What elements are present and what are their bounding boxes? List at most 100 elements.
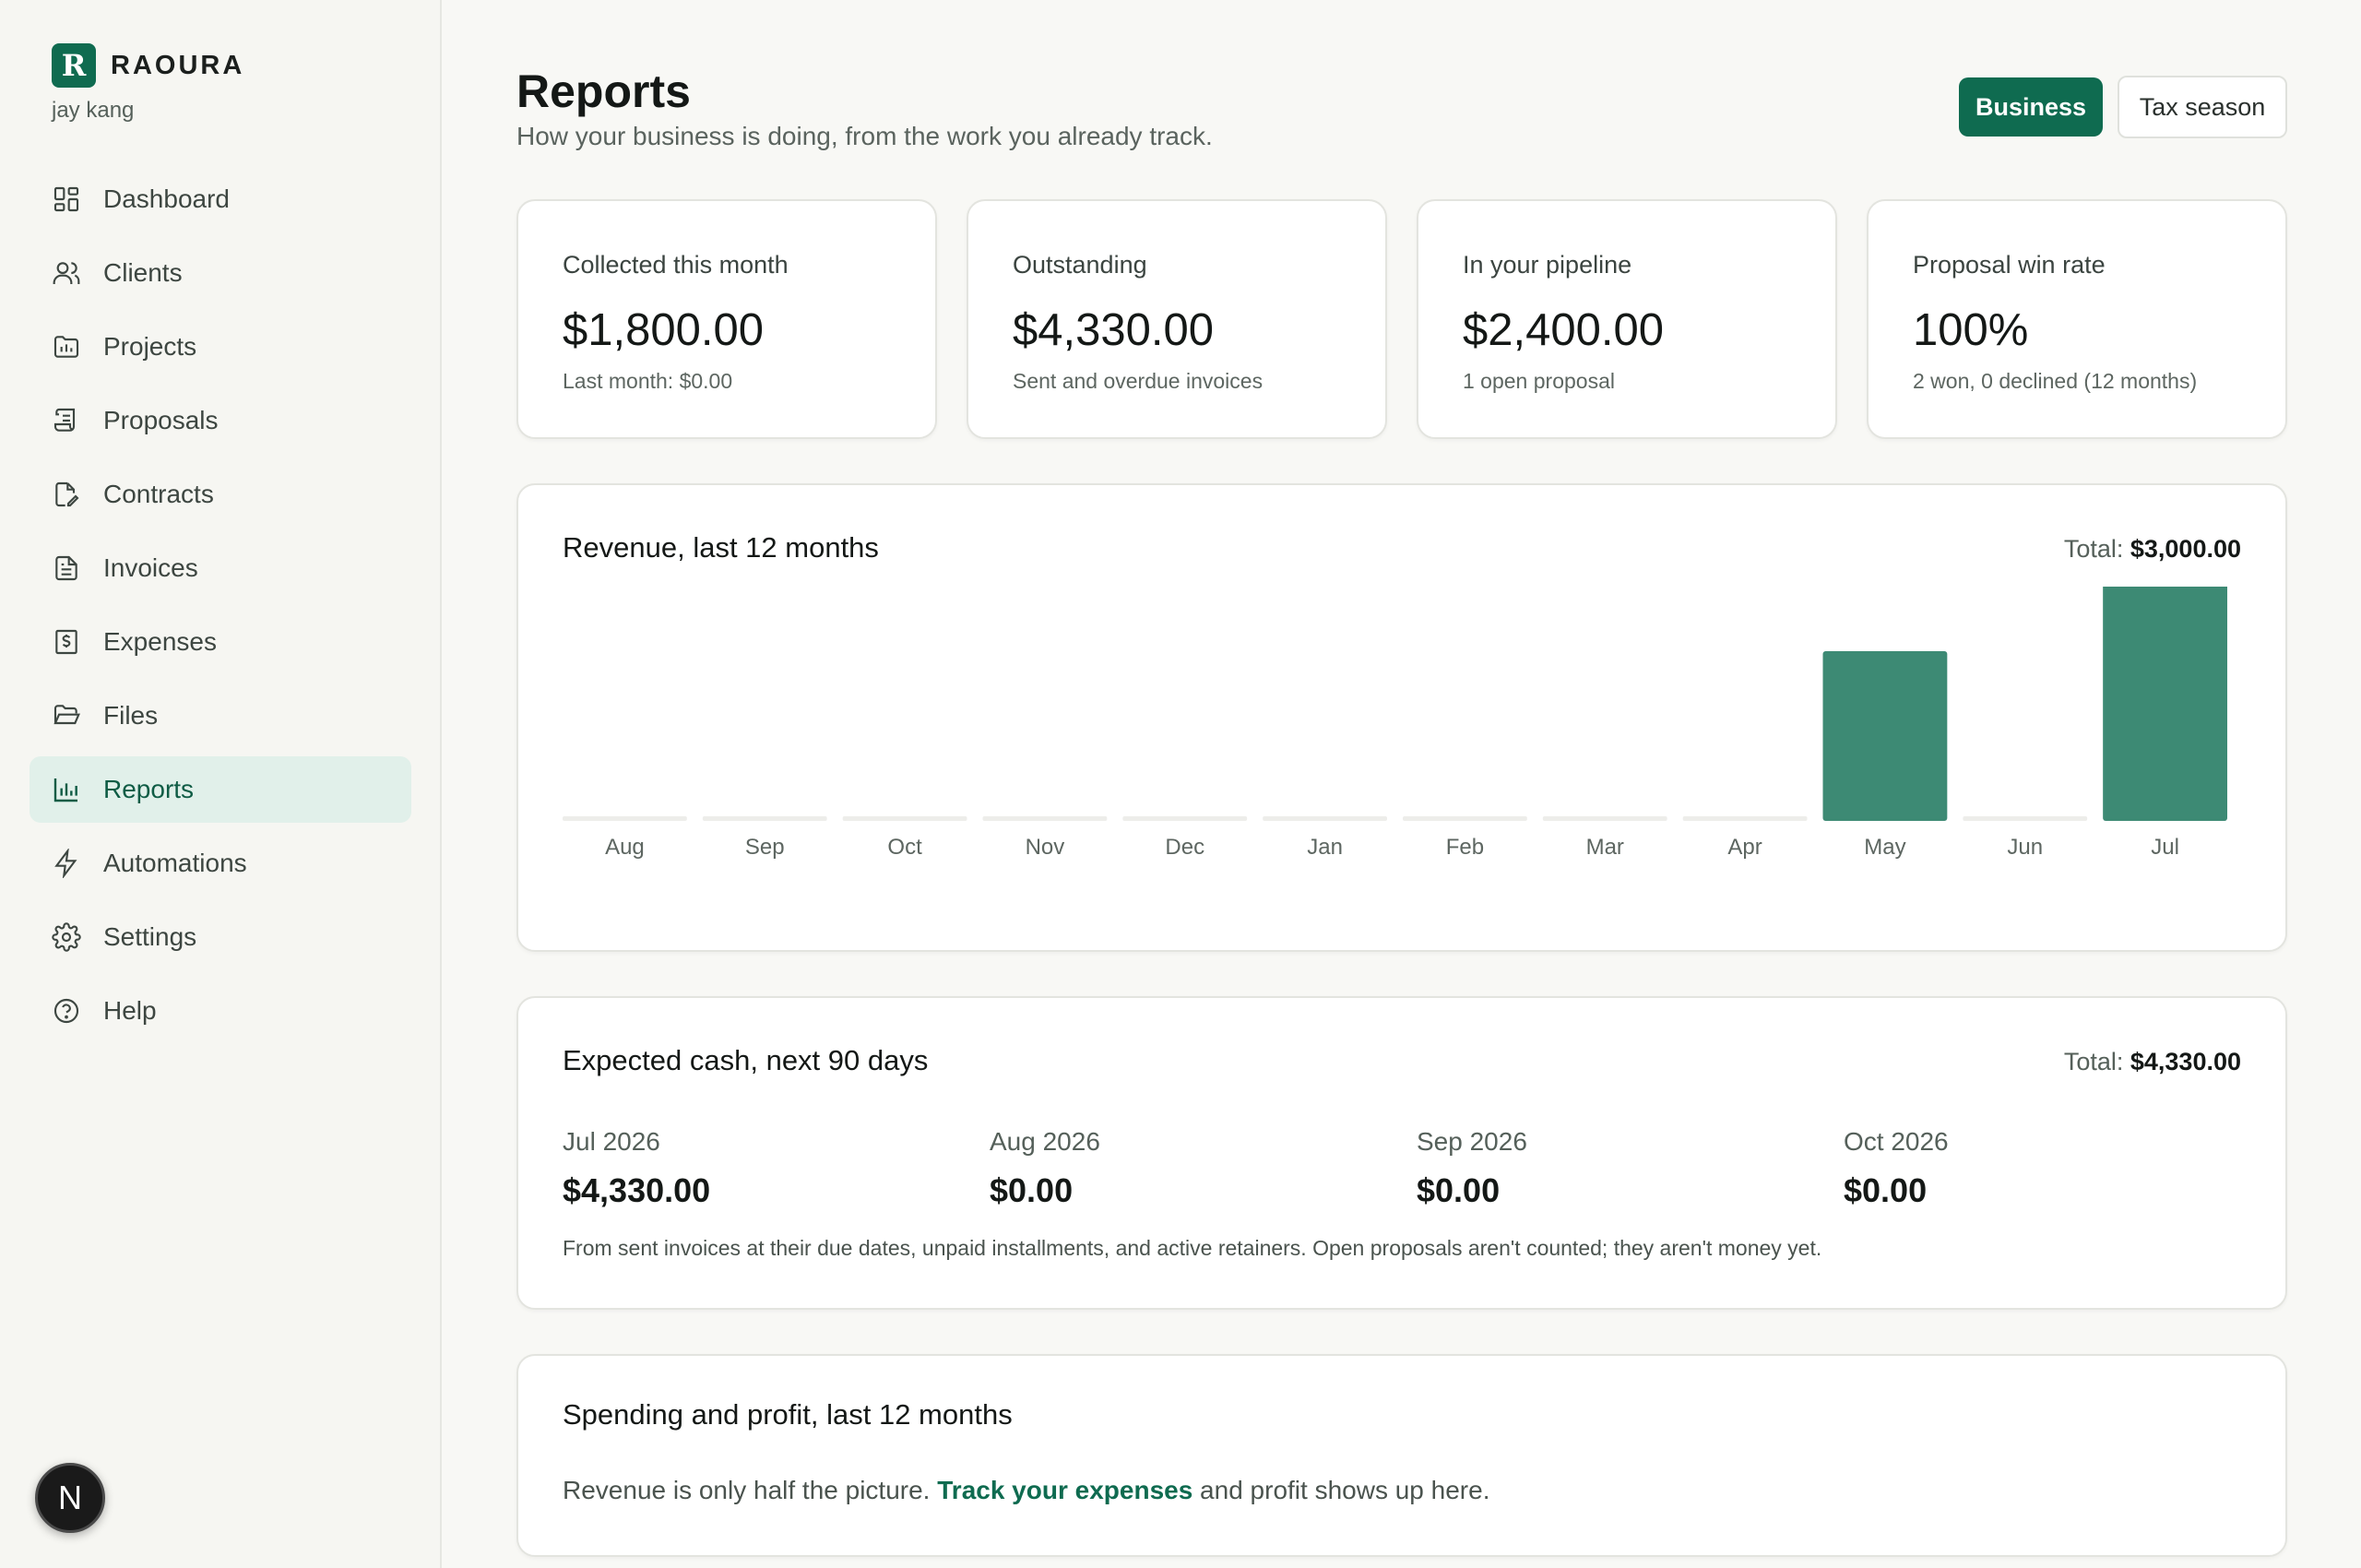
revenue-bar-apr [1682, 816, 1808, 821]
revenue-bar-aug [563, 816, 687, 821]
cash-total: Total: $4,330.00 [2064, 1048, 2241, 1076]
sidebar-item-dashboard[interactable]: Dashboard [30, 166, 411, 232]
sidebar-item-files[interactable]: Files [30, 683, 411, 749]
x-tick-label-sep: Sep [745, 835, 785, 860]
revenue-bar-feb [1403, 816, 1527, 821]
cash-title: Expected cash, next 90 days [563, 1044, 929, 1076]
user-name: jay kang [52, 98, 135, 123]
page-title: Reports [516, 65, 691, 117]
brand[interactable]: R RAOURA [52, 43, 244, 88]
revenue-bar-mar [1542, 816, 1667, 821]
stat-value: 100% [1913, 305, 2029, 355]
spending-title: Spending and profit, last 12 months [563, 1398, 1013, 1431]
sidebar-item-label: Proposals [103, 406, 219, 434]
stat-card-outstanding: Outstanding $4,330.00 Sent and overdue i… [967, 199, 1387, 439]
spending-text-after: and profit shows up here. [1192, 1476, 1490, 1504]
x-tick-label-may: May [1864, 835, 1905, 860]
stat-label: In your pipeline [1463, 251, 1632, 279]
sidebar-item-label: Automations [103, 849, 247, 877]
stat-label: Outstanding [1013, 251, 1147, 279]
sidebar-item-proposals[interactable]: Proposals [30, 387, 411, 454]
bolt-icon [52, 849, 81, 878]
sidebar-item-automations[interactable]: Automations [30, 830, 411, 897]
cash-month-label: Sep 2026 [1417, 1127, 1527, 1156]
sidebar-item-label: Reports [103, 775, 195, 803]
stat-value: $2,400.00 [1463, 305, 1664, 355]
cash-footnote: From sent invoices at their due dates, u… [563, 1236, 1822, 1260]
sidebar-item-invoices[interactable]: Invoices [30, 535, 411, 601]
cash-month-amount: $0.00 [1417, 1171, 1501, 1209]
cash-month-label: Aug 2026 [990, 1127, 1100, 1156]
stat-note: 1 open proposal [1463, 369, 1615, 393]
cash-month-sep: Sep 2026 $0.00 [1417, 1127, 1527, 1210]
sidebar-item-label: Clients [103, 258, 183, 287]
sidebar-item-contracts[interactable]: Contracts [30, 461, 411, 528]
sidebar-item-reports[interactable]: Reports [30, 756, 411, 823]
sidebar-item-projects[interactable]: Projects [30, 314, 411, 380]
cash-total-label: Total: [2063, 1048, 2124, 1075]
sidebar: R RAOURA jay kang Dashboard Clients Proj… [0, 0, 442, 1568]
cash-month-aug: Aug 2026 $0.00 [990, 1127, 1100, 1210]
floating-avatar-button[interactable]: N [35, 1463, 105, 1533]
expected-cash-card: Expected cash, next 90 days Total: $4,33… [516, 996, 2287, 1310]
spending-text-before: Revenue is only half the picture. [563, 1476, 938, 1504]
business-button[interactable]: Business [1959, 77, 2103, 137]
sidebar-item-settings[interactable]: Settings [30, 904, 411, 970]
revenue-bar-jul [2103, 587, 2227, 821]
tax-season-button[interactable]: Tax season [2118, 76, 2287, 138]
stat-card-collected: Collected this month $1,800.00 Last mont… [516, 199, 937, 439]
revenue-bar-nov [982, 816, 1108, 821]
sidebar-item-help[interactable]: Help [30, 978, 411, 1044]
cash-month-jul: Jul 2026 $4,330.00 [563, 1127, 710, 1210]
file-pen-icon [52, 480, 81, 509]
stat-value: $1,800.00 [563, 305, 764, 355]
revenue-card: Revenue, last 12 months Total: $3,000.00… [516, 483, 2287, 952]
stat-note: Sent and overdue invoices [1013, 369, 1264, 393]
receipt-dollar-icon [52, 627, 81, 657]
x-tick-label-apr: Apr [1727, 835, 1762, 860]
x-tick-label-jan: Jan [1307, 835, 1343, 860]
sidebar-item-label: Projects [103, 332, 197, 361]
sidebar-item-clients[interactable]: Clients [30, 240, 411, 306]
revenue-total: Total: $3,000.00 [2064, 535, 2241, 564]
page-subtitle: How your business is doing, from the wor… [516, 122, 1213, 150]
brand-logo: R [52, 43, 96, 88]
spending-text: Revenue is only half the picture. Track … [563, 1476, 1489, 1505]
revenue-bar-jan [1263, 816, 1387, 821]
sidebar-item-label: Dashboard [103, 184, 230, 213]
folder-chart-icon [52, 332, 81, 362]
x-tick-label-aug: Aug [605, 835, 645, 860]
revenue-bar-dec [1122, 816, 1248, 821]
sidebar-nav: Dashboard Clients Projects Proposals Con… [30, 166, 411, 1051]
cash-month-oct: Oct 2026 $0.00 [1844, 1127, 1949, 1210]
x-tick-label-jun: Jun [2007, 835, 2043, 860]
spending-card: Spending and profit, last 12 months Reve… [516, 1354, 2287, 1557]
bar-chart-icon [52, 775, 81, 804]
users-icon [52, 258, 81, 288]
brand-name: RAOURA [111, 50, 245, 80]
track-expenses-link[interactable]: Track your expenses [937, 1476, 1192, 1504]
x-tick-label-mar: Mar [1586, 835, 1624, 860]
revenue-total-label: Total: [2063, 535, 2124, 563]
file-text-icon [52, 553, 81, 583]
revenue-bar-oct [842, 816, 967, 821]
x-tick-label-oct: Oct [887, 835, 922, 860]
x-tick-label-dec: Dec [1165, 835, 1204, 860]
cash-total-value: $4,330.00 [2130, 1048, 2241, 1075]
sidebar-item-label: Invoices [103, 553, 198, 582]
cash-month-amount: $4,330.00 [563, 1171, 711, 1209]
x-tick-label-feb: Feb [1446, 835, 1484, 860]
scroll-icon [52, 406, 81, 435]
sidebar-item-label: Contracts [103, 480, 214, 508]
stat-label: Proposal win rate [1913, 251, 2106, 279]
sidebar-item-label: Help [103, 996, 157, 1025]
stat-note: Last month: $0.00 [563, 369, 733, 393]
dashboard-icon [52, 184, 81, 214]
stat-value: $4,330.00 [1013, 305, 1214, 355]
revenue-bar-sep [702, 816, 827, 821]
revenue-total-value: $3,000.00 [2130, 535, 2241, 563]
sidebar-item-expenses[interactable]: Expenses [30, 609, 411, 675]
stat-card-pipeline: In your pipeline $2,400.00 1 open propos… [1417, 199, 1837, 439]
folder-open-icon [52, 701, 81, 731]
revenue-bar-jun [1963, 816, 2088, 821]
